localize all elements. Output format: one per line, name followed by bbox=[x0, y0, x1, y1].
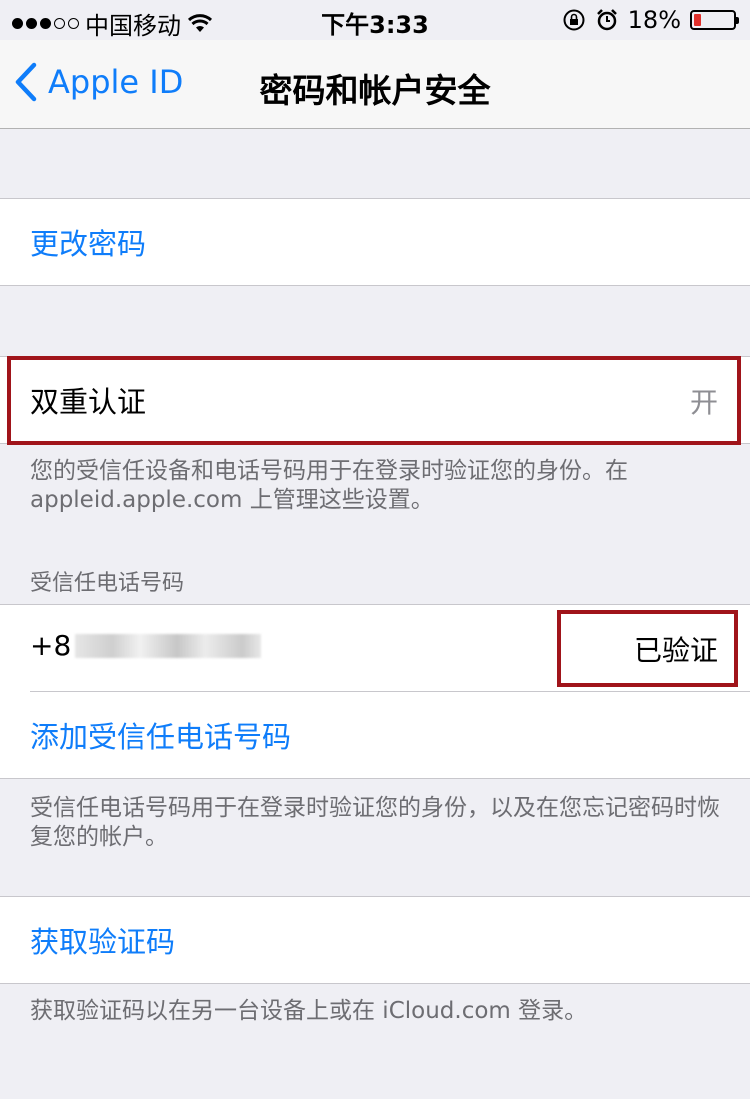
get-verification-code-label: 获取验证码 bbox=[30, 925, 176, 959]
annotation-box-verified bbox=[557, 610, 738, 687]
phone-prefix: +8 bbox=[30, 629, 72, 662]
status-bar: 中国移动 下午3:33 18% bbox=[0, 0, 750, 40]
add-trusted-number-label: 添加受信任电话号码 bbox=[30, 720, 292, 754]
get-verification-code-cell[interactable]: 获取验证码 bbox=[0, 897, 750, 983]
alarm-icon bbox=[596, 9, 617, 31]
status-right: 18% bbox=[562, 6, 739, 34]
change-password-group: 更改密码 bbox=[0, 198, 750, 286]
rotation-lock-icon bbox=[563, 9, 585, 31]
verification-code-footnote: 获取验证码以在另一台设备上或在 iCloud.com 登录。 bbox=[30, 998, 588, 1024]
verification-code-group: 获取验证码 bbox=[0, 896, 750, 984]
change-password-label: 更改密码 bbox=[30, 227, 147, 261]
add-trusted-number-cell[interactable]: 添加受信任电话号码 bbox=[30, 691, 750, 778]
phone-number-redacted bbox=[75, 633, 262, 658]
navigation-bar: Apple ID 密码和帐户安全 bbox=[0, 40, 750, 129]
trusted-numbers-footnote: 受信任电话号码用于在登录时验证您的身份，以及在您忘记密码时恢复您的帐户。 bbox=[30, 795, 720, 850]
battery-percent: 18% bbox=[627, 6, 681, 34]
change-password-cell[interactable]: 更改密码 bbox=[0, 199, 750, 285]
page-title: 密码和帐户安全 bbox=[259, 71, 491, 110]
battery-level bbox=[694, 14, 701, 26]
trusted-numbers-header: 受信任电话号码 bbox=[30, 571, 185, 596]
annotation-box-two-factor bbox=[7, 356, 741, 445]
phone-number: +8 bbox=[30, 629, 262, 662]
battery-icon bbox=[690, 10, 739, 30]
two-factor-footnote: 您的受信任设备和电话号码用于在登录时验证您的身份。在 appleid.apple… bbox=[30, 458, 628, 513]
